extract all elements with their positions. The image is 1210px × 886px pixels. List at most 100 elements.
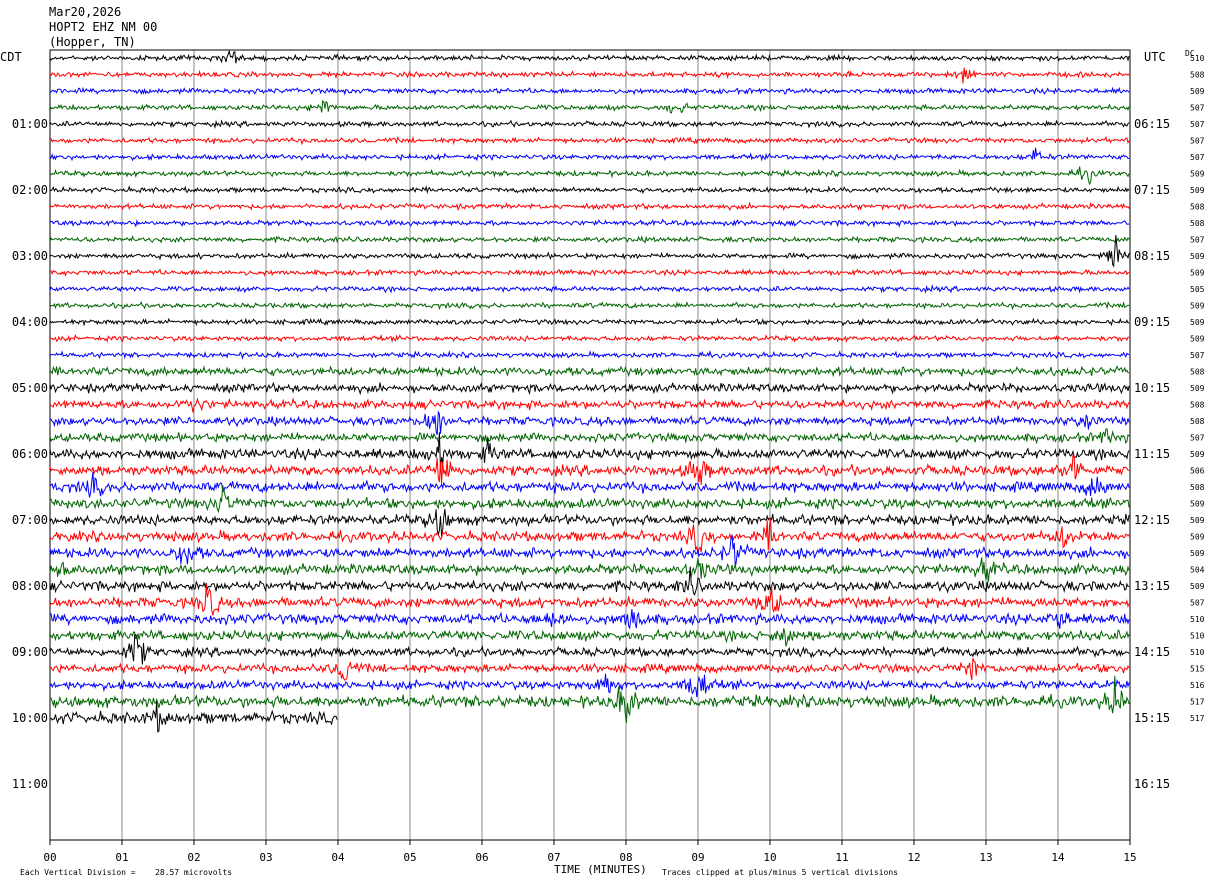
dc-offset-label: 516: [1190, 681, 1205, 690]
left-hour-label: 07:00: [12, 513, 48, 527]
left-hour-label: 09:00: [12, 645, 48, 659]
x-tick-label: 05: [403, 851, 416, 864]
left-hour-labels: 01:00 02:00 03:00 04:00 05:00 06:00 07:00 08:00…: [12, 117, 48, 791]
right-hour-label: 14:15: [1134, 645, 1170, 659]
helicorder-plot: Mar20,2026 HOPT2 EHZ NM 00 (Hopper, TN) …: [0, 5, 1205, 877]
seismic-trace-row: [49, 534, 1130, 568]
dc-offset-label: 517: [1190, 714, 1205, 723]
dc-offset-label: 509: [1190, 450, 1205, 459]
right-hour-labels: 06:15 07:15 08:15 09:15 10:15 11:15 12:15 13:15…: [1134, 117, 1170, 791]
date-label: Mar20,2026: [49, 5, 121, 19]
right-hour-label: 07:15: [1134, 183, 1170, 197]
dc-offset-label: 509: [1190, 582, 1205, 591]
seismic-trace-row: [49, 557, 1130, 583]
seismic-trace-row: [49, 67, 1130, 84]
seismic-trace-row: [49, 381, 1130, 396]
right-hour-label: 09:15: [1134, 315, 1170, 329]
scale-value: 28.57 microvolts: [155, 868, 232, 877]
seismic-trace-row: [49, 349, 1130, 360]
dc-offset-label: 509: [1190, 186, 1205, 195]
dc-offset-label: 509: [1190, 335, 1205, 344]
x-tick-label: 03: [259, 851, 272, 864]
right-hour-label: 06:15: [1134, 117, 1170, 131]
x-tick-label: 15: [1123, 851, 1136, 864]
seismic-trace-row: [49, 135, 1130, 146]
seismic-trace-row: [49, 584, 1130, 616]
x-tick-label: 13: [979, 851, 992, 864]
x-tick-label: 12: [907, 851, 920, 864]
seismic-trace-row: [49, 364, 1130, 378]
right-timezone-label: UTC: [1144, 50, 1166, 64]
dc-offset-label: 507: [1190, 137, 1205, 146]
dc-offset-label: 509: [1190, 302, 1205, 311]
seismic-trace-row: [49, 201, 1130, 212]
dc-offset-label: 509: [1190, 500, 1205, 509]
dc-offset-label: 508: [1190, 368, 1205, 377]
dc-offset-label: 510: [1190, 648, 1205, 657]
seismic-trace-row: [49, 86, 1130, 96]
dc-offset-label: 509: [1190, 549, 1205, 558]
dc-offset-label: 517: [1190, 698, 1205, 707]
right-hour-label: 16:15: [1134, 777, 1170, 791]
left-hour-label: 03:00: [12, 249, 48, 263]
dc-offset-label: 507: [1190, 120, 1205, 129]
left-hour-label: 04:00: [12, 315, 48, 329]
left-timezone-label: CDT: [0, 50, 22, 64]
dc-offset-label: 509: [1190, 384, 1205, 393]
x-tick-label: 06: [475, 851, 488, 864]
dc-offset-label: 510: [1190, 54, 1205, 63]
seismic-trace-row: [49, 428, 1130, 445]
x-axis-title: TIME (MINUTES): [554, 863, 647, 876]
location-label: (Hopper, TN): [49, 35, 136, 49]
seismic-trace-row: [49, 185, 1130, 195]
dc-offset-labels: 510 508 509 507 507 507 507 509 509 508 508 507 509 5…: [1190, 54, 1205, 723]
seismic-trace-row: [49, 397, 1130, 413]
clip-note: Traces clipped at plus/minus 5 vertical …: [662, 868, 898, 877]
station-label: HOPT2 EHZ NM 00: [49, 20, 157, 34]
dc-offset-label: 507: [1190, 153, 1205, 162]
dc-offset-label: 507: [1190, 434, 1205, 443]
dc-offset-label: 507: [1190, 599, 1205, 608]
seismic-trace-row: [49, 99, 1130, 114]
right-hour-label: 08:15: [1134, 249, 1170, 263]
left-hour-label: 02:00: [12, 183, 48, 197]
dc-offset-label: 507: [1190, 351, 1205, 360]
seismic-trace-row: [50, 268, 1130, 278]
left-hour-label: 05:00: [12, 381, 48, 395]
dc-offset-label: 508: [1190, 71, 1205, 80]
seismic-trace-row: [49, 166, 1130, 186]
dc-offset-label: 506: [1190, 467, 1205, 476]
dc-offset-label: 504: [1190, 566, 1205, 575]
minute-gridlines: [121, 50, 1059, 840]
x-tick-label: 01: [115, 851, 128, 864]
seismic-trace-row: [49, 50, 1130, 64]
dc-offset-label: 509: [1190, 318, 1205, 327]
dc-offset-label: 509: [1190, 87, 1205, 96]
dc-offset-label: 508: [1190, 401, 1205, 410]
left-hour-label: 01:00: [12, 117, 48, 131]
dc-offset-label: 510: [1190, 615, 1205, 624]
seismic-traces: [49, 50, 1130, 733]
seismic-trace-row: [49, 509, 1130, 537]
left-hour-label: 11:00: [12, 777, 48, 791]
dc-offset-label: 509: [1190, 252, 1205, 261]
left-hour-label: 10:00: [12, 711, 48, 725]
seismic-trace-row: [49, 410, 1130, 435]
seismic-trace-row: [49, 235, 1130, 244]
left-hour-label: 08:00: [12, 579, 48, 593]
right-hour-label: 12:15: [1134, 513, 1170, 527]
right-hour-label: 15:15: [1134, 711, 1170, 725]
right-hour-label: 13:15: [1134, 579, 1170, 593]
x-axis-ticks: 00 01 02 03 04 05 06 07 08 09 10 11 12 13 14 15: [43, 840, 1137, 864]
scale-label: Each Vertical Division =: [20, 868, 136, 877]
seismic-trace-row: [49, 628, 1130, 647]
dc-offset-label: 507: [1190, 236, 1205, 245]
x-tick-label: 04: [331, 851, 345, 864]
seismic-trace-row: [49, 454, 1130, 486]
x-tick-label: 09: [691, 851, 704, 864]
seismic-trace-row: [49, 673, 1130, 698]
dc-offset-label: 509: [1190, 170, 1205, 179]
plot-frame: [49, 49, 1131, 841]
dc-offset-label: 509: [1190, 533, 1205, 542]
seismic-trace-row: [49, 218, 1130, 228]
